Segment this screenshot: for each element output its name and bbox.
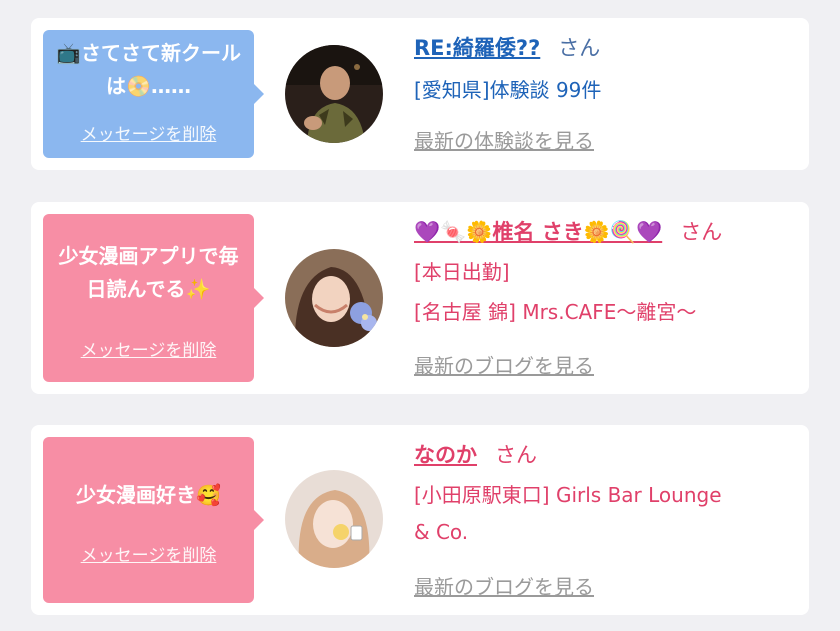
card-info: RE:綺羅倭?? さん [愛知県]体験談 99件 最新の体験談を見る xyxy=(414,18,799,170)
message-bubble: 📺さてさて新クールは📀…… メッセージを削除 xyxy=(43,30,264,158)
avatar-photo xyxy=(285,45,383,143)
honorific: さん xyxy=(495,443,537,467)
user-name-link[interactable]: RE:綺羅倭?? xyxy=(414,36,540,60)
bubble-message-text: 📺さてさて新クールは📀…… xyxy=(56,41,241,98)
delete-message-link[interactable]: メッセージを削除 xyxy=(43,336,254,361)
message-bubble: 少女漫画アプリで毎日読んでる✨ メッセージを削除 xyxy=(43,214,264,382)
card-info: なのか さん [小田原駅東口] Girls Bar Lounge & Co. 最新… xyxy=(414,425,799,615)
bubble-message-text: 少女漫画好き🥰 xyxy=(76,483,221,507)
message-card: 📺さてさて新クールは📀…… メッセージを削除 RE:綺羅倭?? さん [愛知県]体… xyxy=(31,18,809,170)
delete-message-link[interactable]: メッセージを削除 xyxy=(43,541,254,566)
avatar-photo xyxy=(285,470,383,568)
honorific: さん xyxy=(680,220,723,244)
detail-line: [本日出勤] xyxy=(414,260,510,284)
delete-message-link[interactable]: メッセージを削除 xyxy=(43,120,254,145)
card-info: 💜🍬🌼椎名 さき🌼🍭💜 さん [本日出勤] [名古屋 錦] Mrs.CAFE〜離宮… xyxy=(414,202,799,394)
detail-line: [名古屋 錦] Mrs.CAFE〜離宮〜 xyxy=(414,300,697,324)
latest-link[interactable]: 最新のブログを見る xyxy=(414,350,594,379)
latest-link[interactable]: 最新のブログを見る xyxy=(414,571,594,600)
latest-link[interactable]: 最新の体験談を見る xyxy=(414,125,594,154)
user-name-link[interactable]: 💜🍬🌼椎名 さき🌼🍭💜 xyxy=(414,220,662,244)
detail-line: [小田原駅東口] Girls Bar Lounge xyxy=(414,483,722,507)
avatar[interactable] xyxy=(285,249,383,347)
avatar[interactable] xyxy=(285,470,383,568)
detail-line: & Co. xyxy=(414,520,469,544)
detail-line: [愛知県]体験談 99件 xyxy=(414,78,602,102)
message-card: 少女漫画アプリで毎日読んでる✨ メッセージを削除 💜🍬🌼椎名 さき🌼🍭💜 さん [… xyxy=(31,202,809,394)
avatar-photo xyxy=(285,249,383,347)
message-card: 少女漫画好き🥰 メッセージを削除 なのか さん [小田原駅東口] Girls Ba… xyxy=(31,425,809,615)
avatar[interactable] xyxy=(285,45,383,143)
bubble-message-text: 少女漫画アプリで毎日読んでる✨ xyxy=(58,244,239,301)
message-bubble: 少女漫画好き🥰 メッセージを削除 xyxy=(43,437,264,603)
honorific: さん xyxy=(558,36,601,60)
user-name-link[interactable]: なのか xyxy=(414,443,477,467)
